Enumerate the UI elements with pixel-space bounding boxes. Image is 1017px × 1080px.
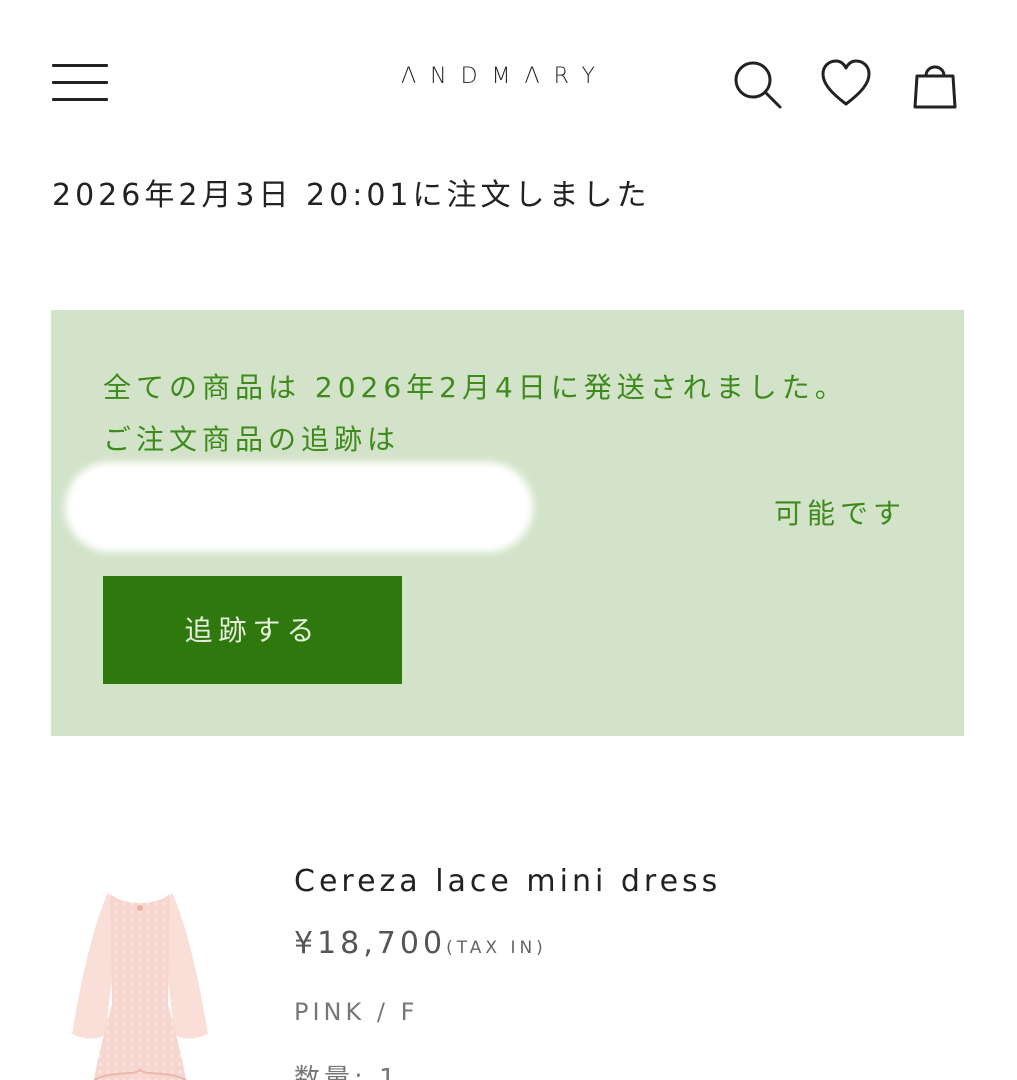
shopping-bag-icon[interactable] — [909, 58, 961, 110]
heart-icon[interactable] — [820, 58, 872, 110]
shipping-message-suffix: 可能です — [773, 497, 906, 530]
price-value: ¥18,700 — [294, 926, 447, 961]
brand-logo[interactable]: ΛNDMΛRY — [340, 64, 670, 89]
search-icon[interactable] — [731, 58, 783, 110]
shipping-notice: 全ての商品は 2026年2月4日に発送されました。 ご注文商品の追跡は 可能です… — [51, 310, 964, 736]
site-header: ΛNDMΛRY — [0, 0, 1017, 160]
order-placed-text: 2026年2月3日 20:01に注文しました — [52, 178, 651, 213]
track-shipment-button[interactable]: 追跡する — [103, 576, 402, 684]
product-price: ¥18,700(TAX IN) — [294, 926, 547, 961]
product-variant: PINK / F — [294, 998, 419, 1026]
order-detail-page: ΛNDMΛRY 2026年2月3日 20:01に注文しました 全ての商品は 20… — [0, 0, 1017, 1080]
shipping-message: 全ての商品は 2026年2月4日に発送されました。 ご注文商品の追跡は — [103, 371, 848, 456]
hamburger-menu-icon[interactable] — [52, 62, 108, 106]
product-quantity: 数量: 1 — [294, 1064, 400, 1080]
tax-note: (TAX IN) — [446, 938, 547, 958]
product-name[interactable]: Cereza lace mini dress — [294, 864, 721, 899]
redacted-tracking-info — [65, 462, 533, 552]
product-image[interactable] — [64, 884, 216, 1080]
